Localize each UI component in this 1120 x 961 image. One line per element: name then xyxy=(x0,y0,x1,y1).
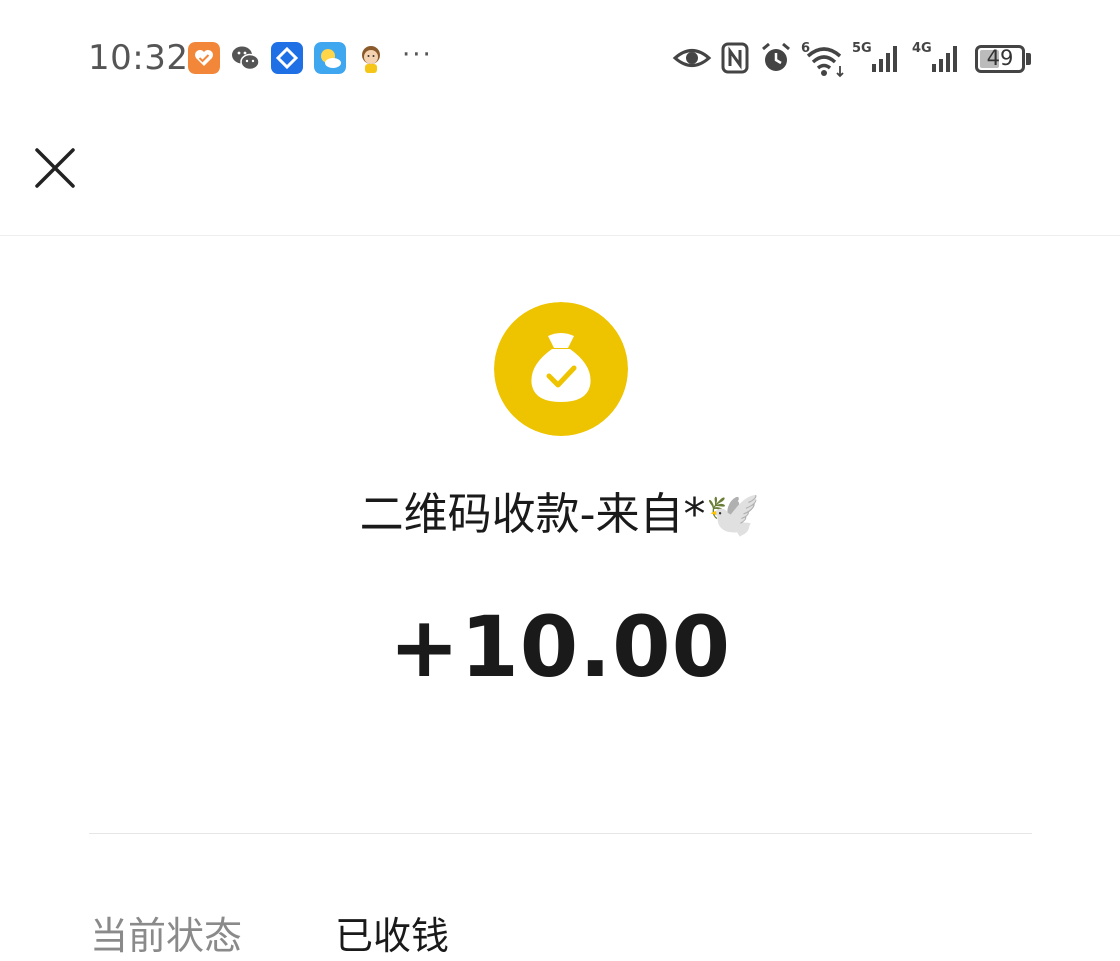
battery-tip xyxy=(1026,53,1031,65)
avatar-app-icon xyxy=(362,46,380,73)
app-store-icon xyxy=(271,42,303,74)
signal-4g-icon: 4G xyxy=(912,41,957,72)
divider xyxy=(89,833,1032,834)
transaction-amount: +10.00 xyxy=(388,598,732,696)
signal-5g-icon: 5G xyxy=(852,41,897,72)
health-app-icon xyxy=(188,42,220,74)
battery-percent: 49 xyxy=(986,46,1014,70)
eye-comfort-icon xyxy=(672,49,712,67)
status-value: 已收钱 xyxy=(335,914,450,958)
close-icon[interactable] xyxy=(30,145,80,195)
transaction-title: 二维码收款-来自*🕊️ xyxy=(359,489,761,540)
wechat-icon xyxy=(232,46,260,71)
svg-text:4G: 4G xyxy=(912,41,932,56)
battery-icon: 49 xyxy=(975,45,1025,73)
weather-app-icon xyxy=(314,42,346,74)
wifi-icon: 6 xyxy=(801,41,844,78)
status-bar: 10:32 ··· 6 5G 4G 49 xyxy=(0,0,1120,115)
status-time: 10:32 xyxy=(88,38,189,78)
svg-text:5G: 5G xyxy=(852,41,872,56)
header-bar xyxy=(0,115,1120,236)
nfc-icon xyxy=(721,42,749,74)
alarm-icon xyxy=(762,42,790,71)
money-bag-check-icon xyxy=(494,302,628,436)
status-label: 当前状态 xyxy=(90,914,243,958)
more-notifications-icon: ··· xyxy=(402,40,433,70)
